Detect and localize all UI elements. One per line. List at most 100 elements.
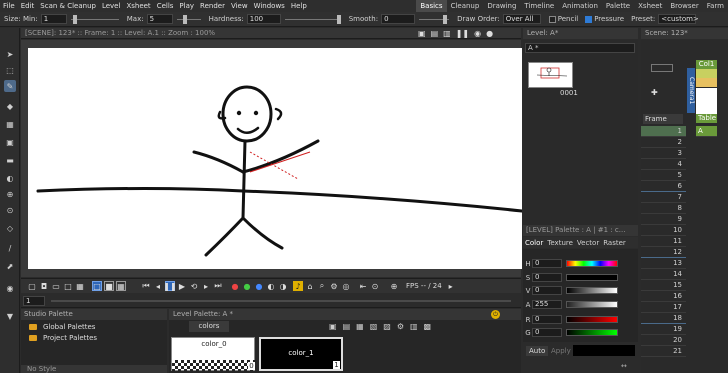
menu-edit[interactable]: Edit	[18, 2, 38, 10]
frame-field[interactable]: 1	[23, 296, 45, 306]
compare-icon[interactable]: ▭	[51, 281, 61, 291]
column-name[interactable]: Col1	[696, 60, 717, 69]
keep-icon[interactable]: ▩	[424, 322, 432, 331]
list-view-icon[interactable]: ▦	[356, 322, 364, 331]
palette-tab-colors[interactable]: colors	[189, 321, 229, 332]
checkerboard-icon[interactable]: ▦	[75, 281, 85, 291]
room-cleanup[interactable]: Cleanup	[447, 0, 484, 12]
pencil-checkbox[interactable]: Pencil	[548, 15, 578, 23]
channel-g-field[interactable]: 0	[532, 328, 562, 337]
pressure-checkbox[interactable]: Pressure	[585, 15, 624, 23]
red-channel-icon[interactable]: ●	[230, 281, 240, 291]
camera-icon[interactable]: ▢	[27, 281, 37, 291]
drawing-canvas[interactable]	[28, 48, 524, 269]
matte-channel-icon[interactable]: ◐	[266, 281, 276, 291]
channel-h-slider[interactable]	[566, 260, 618, 267]
green-channel-icon[interactable]: ●	[242, 281, 252, 291]
row-number[interactable]: 20	[641, 335, 686, 346]
row-number[interactable]: 7	[641, 192, 686, 203]
menu-play[interactable]: Play	[176, 2, 197, 10]
bg-white-button[interactable]: □	[92, 281, 102, 291]
control-point-icon[interactable]: ◇	[4, 222, 16, 234]
menu-level[interactable]: Level	[99, 2, 123, 10]
snapshot-icon[interactable]: ◘	[39, 281, 49, 291]
draw-order-select[interactable]: Over All	[502, 14, 541, 24]
bg-checker-button[interactable]: ▦	[116, 281, 126, 291]
row-number[interactable]: 16	[641, 291, 686, 302]
pause-icon[interactable]: ❚❚	[456, 29, 469, 39]
prev-frame-icon[interactable]: ◂	[153, 281, 163, 291]
camera-column[interactable]: Camera1	[687, 68, 695, 113]
channel-v-field[interactable]: 0	[532, 286, 562, 295]
zoom-tool-icon[interactable]: ◉	[4, 282, 16, 294]
lock-icon[interactable]: ⏻	[491, 310, 500, 319]
project-palettes-item[interactable]: Project Palettes	[29, 333, 97, 343]
preview-icon[interactable]: ▤	[431, 29, 439, 39]
save-palette-icon[interactable]: ▨	[383, 322, 391, 331]
row-number[interactable]: 4	[641, 159, 686, 170]
tape-tool-icon[interactable]: ◐	[4, 172, 16, 184]
style-chip[interactable]: color_0 0	[171, 337, 256, 371]
apply-button[interactable]: Apply	[548, 346, 574, 356]
menu-scan-cleanup[interactable]: Scan & Cleanup	[37, 2, 99, 10]
channel-a-slider[interactable]	[566, 301, 618, 308]
hook-tool-icon[interactable]: ⬈	[4, 260, 16, 272]
sound-icon[interactable]: ♪	[293, 281, 303, 291]
camera-view-icon[interactable]: ▣	[418, 29, 426, 39]
menu-render[interactable]: Render	[197, 2, 228, 10]
channel-s-slider[interactable]	[566, 274, 618, 281]
menu-xsheet[interactable]: Xsheet	[123, 2, 153, 10]
brush-tool-icon[interactable]: ✎	[4, 80, 16, 92]
hardness-field[interactable]: 100	[246, 14, 281, 24]
blue-channel-icon[interactable]: ●	[254, 281, 264, 291]
tab-color[interactable]: Color	[523, 239, 545, 247]
menu-help[interactable]: Help	[288, 2, 310, 10]
room-basics[interactable]: Basics	[416, 0, 447, 12]
smooth-field[interactable]: 0	[381, 14, 416, 24]
room-animation[interactable]: Animation	[558, 0, 602, 12]
eraser-tool-icon[interactable]: ▬	[4, 154, 16, 166]
tab-texture[interactable]: Texture	[545, 239, 575, 247]
room-timeline[interactable]: Timeline	[520, 0, 558, 12]
fill-tool-icon[interactable]: ▣	[4, 136, 16, 148]
fps-zoom-icon[interactable]: ⊕	[389, 281, 399, 291]
type-tool-icon[interactable]: ▦	[4, 118, 16, 130]
play-icon[interactable]: ▶	[177, 281, 187, 291]
chip-view-icon[interactable]: ▤	[343, 322, 351, 331]
row-number[interactable]: 5	[641, 170, 686, 181]
tab-raster[interactable]: Raster	[601, 239, 628, 247]
collapse-toolbar-icon[interactable]: ▼	[4, 310, 16, 322]
menu-view[interactable]: View	[228, 2, 251, 10]
gear-icon[interactable]: ⚙	[329, 281, 339, 291]
loop-icon[interactable]: ⟲	[189, 281, 199, 291]
room-farm[interactable]: Farm	[703, 0, 728, 12]
row-number[interactable]: 11	[641, 236, 686, 247]
preset-select[interactable]: <custom>	[658, 14, 699, 24]
selection-tool-icon[interactable]: ⬚	[4, 64, 16, 76]
row-number[interactable]: 13	[641, 258, 686, 269]
frame-slider-track[interactable]	[51, 300, 511, 302]
bg-black-button[interactable]: ■	[104, 281, 114, 291]
size-min-slider[interactable]	[70, 14, 119, 24]
scene-viewer[interactable]	[21, 40, 524, 277]
room-drawing[interactable]: Drawing	[483, 0, 520, 12]
animate-tool-icon[interactable]: ➤	[4, 48, 16, 60]
row-number[interactable]: 17	[641, 302, 686, 313]
row-number[interactable]: 15	[641, 280, 686, 291]
menu-cells[interactable]: Cells	[154, 2, 177, 10]
add-column-icon[interactable]: ✚	[651, 88, 658, 97]
row-number[interactable]: 12	[641, 247, 686, 258]
alpha-channel-icon[interactable]: ◑	[278, 281, 288, 291]
new-page-icon[interactable]: ▣	[329, 322, 337, 331]
channel-r-field[interactable]: 0	[532, 315, 562, 324]
row-number[interactable]: 19	[641, 324, 686, 335]
style-picker-icon[interactable]: ⊕	[4, 188, 16, 200]
channel-r-slider[interactable]	[566, 316, 618, 323]
gear-palette-icon[interactable]: ⚙	[397, 322, 404, 331]
channel-g-slider[interactable]	[566, 329, 618, 336]
global-palettes-item[interactable]: Global Palettes	[29, 322, 95, 332]
visibility-icon[interactable]: ◉	[474, 29, 481, 39]
row-number[interactable]: 10	[641, 225, 686, 236]
fps-stepper-icon[interactable]: ▸	[446, 281, 456, 291]
frame-display-select[interactable]: Frame	[643, 114, 683, 124]
